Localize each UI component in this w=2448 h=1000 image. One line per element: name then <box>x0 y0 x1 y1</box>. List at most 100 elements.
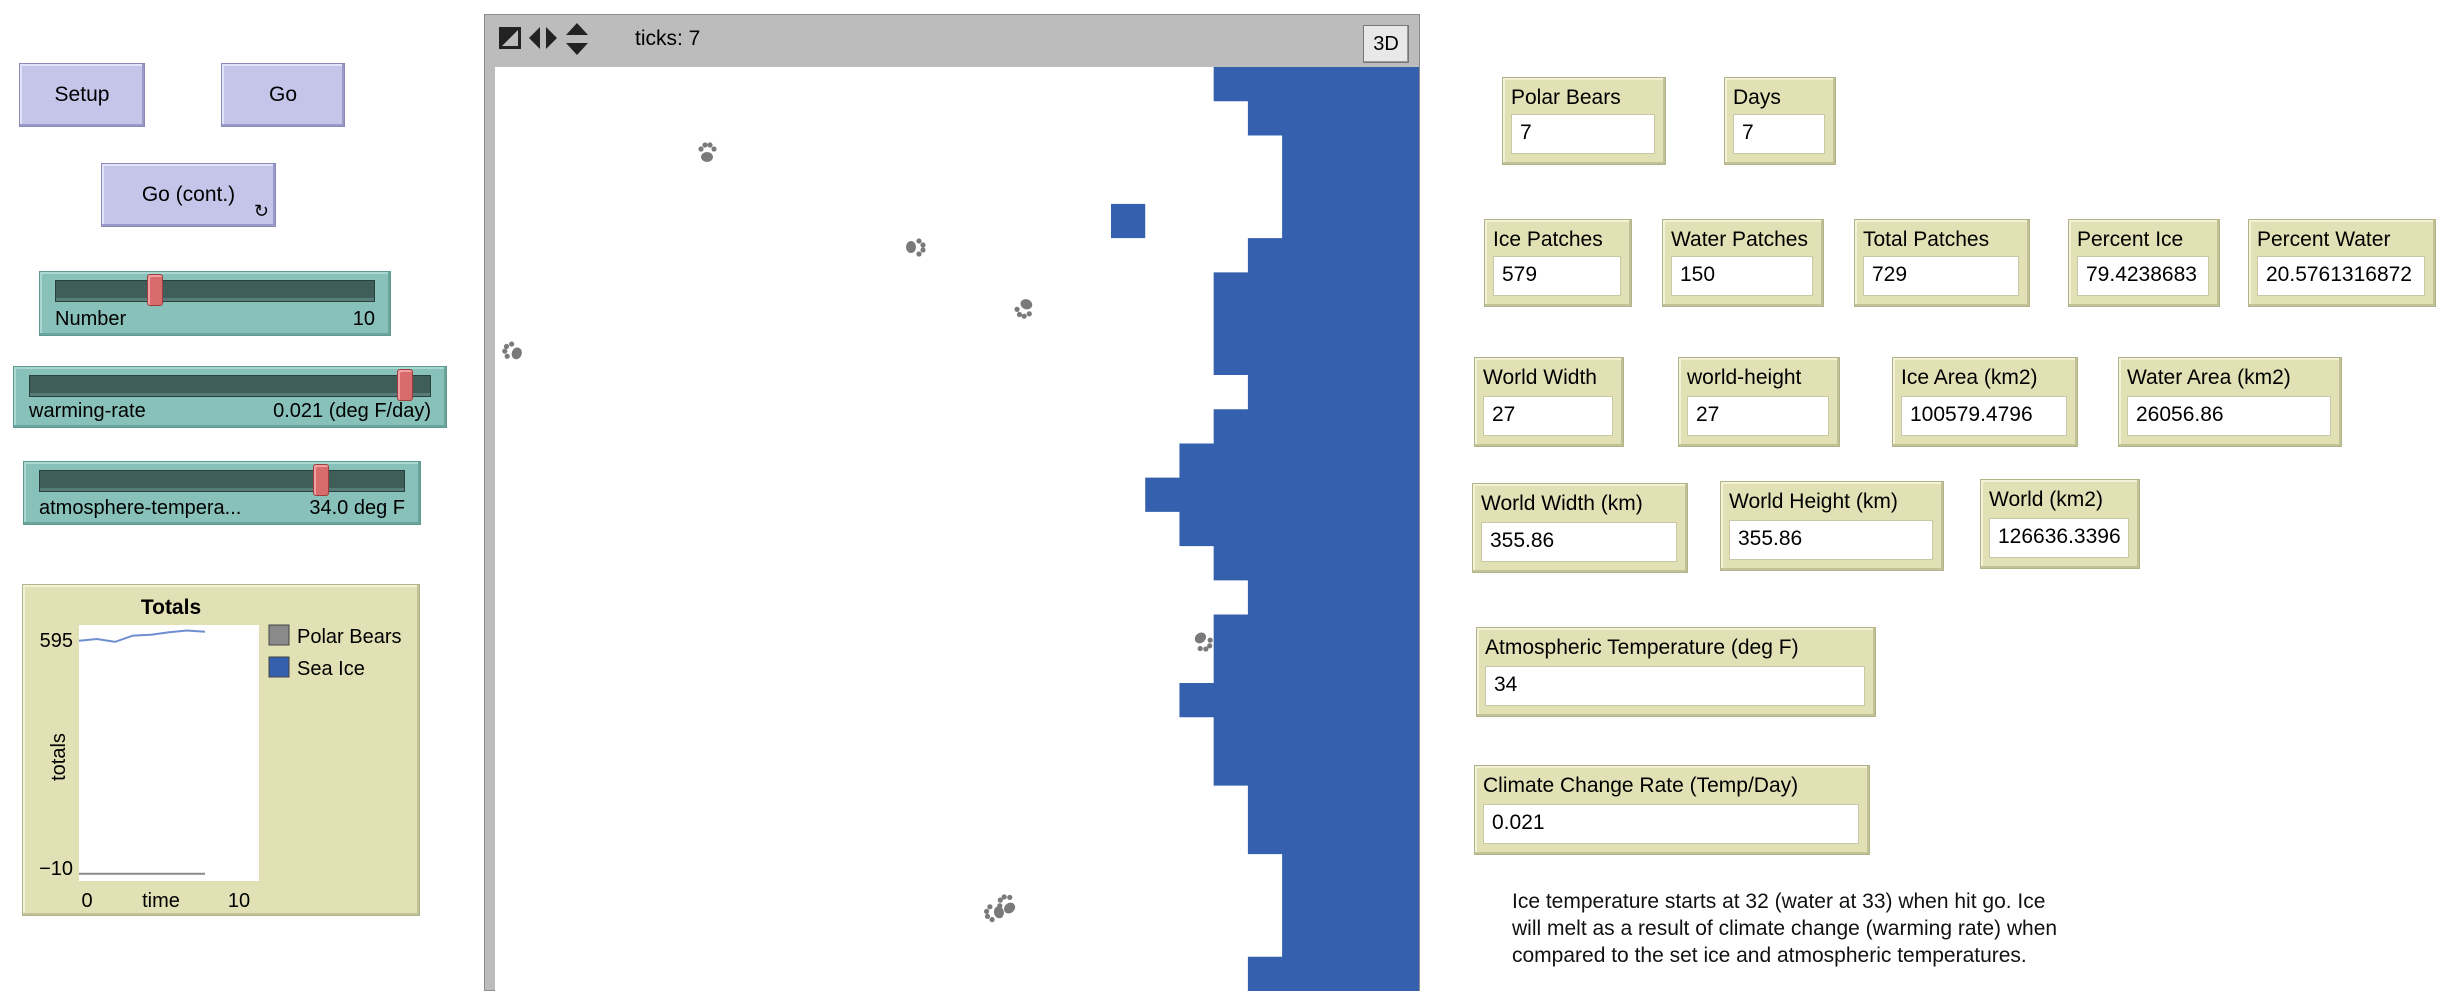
edge-toggle-icon[interactable] <box>499 27 521 49</box>
atmosphere-temperature-slider-value: 34.0 deg F <box>309 497 405 519</box>
monitor-ice-area-label: Ice Area (km2) <box>1901 366 2038 389</box>
setup-button-label: Setup <box>54 83 110 106</box>
monitor-water-area-value: 26056.86 <box>2127 396 2331 436</box>
monitor-climate-change-rate-label: Climate Change Rate (Temp/Day) <box>1483 774 1799 797</box>
plot-xmax-label: 10 <box>228 890 250 912</box>
polar-bear-icon <box>906 238 926 257</box>
monitor-water-patches: Water Patches 150 <box>1662 219 1824 307</box>
monitor-percent-ice-value: 79.4238683 <box>2077 256 2209 296</box>
number-slider-label: Number <box>55 308 127 330</box>
monitor-ice-area-value: 100579.4796 <box>1901 396 2067 436</box>
plot-area <box>79 625 259 881</box>
monitor-world-km2-value: 126636.3396 <box>1989 518 2129 558</box>
atmosphere-temperature-slider-handle[interactable] <box>313 464 329 496</box>
monitor-polar-bears-value: 7 <box>1511 114 1655 154</box>
view-toolbar: ticks: 7 3D <box>485 15 1419 65</box>
polar-bear-icon <box>1012 296 1037 321</box>
legend-swatch-sea-ice <box>268 656 290 678</box>
plot-ymax-label: 595 <box>40 630 73 652</box>
monitor-world-width-label: World Width <box>1483 366 1597 389</box>
monitor-climate-change-rate: Climate Change Rate (Temp/Day) 0.021 <box>1474 765 1870 855</box>
3d-view-button-label: 3D <box>1373 32 1399 55</box>
warming-rate-slider-label: warming-rate <box>29 400 146 422</box>
go-continuous-button-label: Go (cont.) <box>141 183 236 206</box>
monitor-atmospheric-temperature-value: 34 <box>1485 666 1865 706</box>
monitor-water-area-label: Water Area (km2) <box>2127 366 2291 389</box>
vertical-arrows-icon[interactable] <box>566 23 588 55</box>
go-continuous-button[interactable]: Go (cont.) ↻ <box>101 163 276 227</box>
plot-ymin-label: −10 <box>39 858 73 880</box>
monitor-climate-change-rate-value: 0.021 <box>1483 804 1859 844</box>
monitor-water-patches-value: 150 <box>1671 256 1813 296</box>
3d-view-button[interactable]: 3D <box>1363 25 1409 63</box>
monitor-world-height-km-value: 355.86 <box>1729 520 1933 560</box>
atmosphere-temperature-slider-track[interactable] <box>39 464 405 496</box>
monitor-world-width-value: 27 <box>1483 396 1613 436</box>
monitor-ice-patches-label: Ice Patches <box>1493 228 1603 251</box>
go-button-label: Go <box>268 83 297 106</box>
warming-rate-slider-track[interactable] <box>29 369 431 401</box>
plot-title: Totals <box>141 596 201 619</box>
plot-x-axis-label: time <box>142 890 180 912</box>
number-slider[interactable]: Number 10 <box>39 271 391 336</box>
monitor-world-width-km-value: 355.86 <box>1481 522 1677 562</box>
plot-y-axis-label: totals <box>48 733 70 781</box>
number-slider-handle[interactable] <box>147 274 163 306</box>
monitor-atmospheric-temperature: Atmospheric Temperature (deg F) 34 <box>1476 627 1876 717</box>
world-canvas[interactable] <box>495 67 1419 991</box>
monitor-ice-patches: Ice Patches 579 <box>1484 219 1632 307</box>
monitor-percent-ice: Percent Ice 79.4238683 <box>2068 219 2220 307</box>
number-slider-track[interactable] <box>55 274 375 306</box>
polar-bears-layer <box>500 142 1217 924</box>
legend-label-sea-ice: Sea Ice <box>297 658 365 680</box>
monitor-water-area: Water Area (km2) 26056.86 <box>2118 357 2342 447</box>
monitor-total-patches-value: 729 <box>1863 256 2019 296</box>
go-button[interactable]: Go <box>221 63 345 127</box>
monitor-atmospheric-temperature-label: Atmospheric Temperature (deg F) <box>1485 636 1799 659</box>
legend-swatch-polar-bears <box>268 624 290 646</box>
warming-rate-slider-value: 0.021 (deg F/day) <box>273 400 431 422</box>
monitor-total-patches-label: Total Patches <box>1863 228 1990 251</box>
monitor-water-patches-label: Water Patches <box>1671 228 1808 251</box>
forever-loop-icon: ↻ <box>253 201 269 221</box>
number-slider-value: 10 <box>352 308 375 330</box>
monitor-world-width-km-label: World Width (km) <box>1481 492 1643 515</box>
monitor-world-height-value: 27 <box>1687 396 1829 436</box>
info-note-line: compared to the set ice and atmospheric … <box>1512 944 2027 967</box>
monitor-total-patches: Total Patches 729 <box>1854 219 2030 307</box>
polar-bear-icon <box>1189 628 1217 656</box>
setup-button[interactable]: Setup <box>19 63 145 127</box>
info-note: Ice temperature starts at 32 (water at 3… <box>1512 888 2192 969</box>
info-note-line: will melt as a result of climate change … <box>1512 917 2058 940</box>
totals-plot-canvas: Totals 595 −10 totals 0 time 10 Polar Be… <box>39 596 402 912</box>
legend-label-polar-bears: Polar Bears <box>297 626 402 648</box>
monitor-ice-patches-value: 579 <box>1493 256 1621 296</box>
monitor-percent-water: Percent Water 20.5761316872 <box>2248 219 2436 307</box>
monitor-world-height-km: World Height (km) 355.86 <box>1720 481 1944 571</box>
monitor-world-height-km-label: World Height (km) <box>1729 490 1898 513</box>
monitor-percent-ice-label: Percent Ice <box>2077 228 2184 251</box>
monitor-world-height: world-height 27 <box>1678 357 1840 447</box>
view-controls <box>499 23 588 55</box>
atmosphere-temperature-slider[interactable]: atmosphere-tempera... 34.0 deg F <box>23 461 421 525</box>
monitor-percent-water-label: Percent Water <box>2257 228 2391 251</box>
atmosphere-temperature-slider-label: atmosphere-tempera... <box>39 497 242 519</box>
monitor-polar-bears-label: Polar Bears <box>1511 86 1621 109</box>
monitor-days: Days 7 <box>1724 77 1836 165</box>
world-view: ticks: 7 3D <box>484 14 1420 991</box>
monitor-world-width: World Width 27 <box>1474 357 1624 447</box>
warming-rate-slider-handle[interactable] <box>397 369 413 401</box>
horizontal-arrows-icon[interactable] <box>529 27 557 49</box>
monitor-ice-area: Ice Area (km2) 100579.4796 <box>1892 357 2078 447</box>
info-note-line: Ice temperature starts at 32 (water at 3… <box>1512 890 2046 913</box>
plot-xmin-label: 0 <box>81 890 92 912</box>
monitor-world-km2: World (km2) 126636.3396 <box>1980 479 2140 569</box>
monitor-polar-bears: Polar Bears 7 <box>1502 77 1666 165</box>
polar-bear-icon <box>500 339 525 364</box>
monitor-world-km2-label: World (km2) <box>1989 488 2103 511</box>
totals-plot: Totals 595 −10 totals 0 time 10 Polar Be… <box>22 584 420 916</box>
monitor-days-value: 7 <box>1733 114 1825 154</box>
polar-bear-icon <box>698 142 717 162</box>
monitor-world-width-km: World Width (km) 355.86 <box>1472 483 1688 573</box>
warming-rate-slider[interactable]: warming-rate 0.021 (deg F/day) <box>13 366 447 428</box>
